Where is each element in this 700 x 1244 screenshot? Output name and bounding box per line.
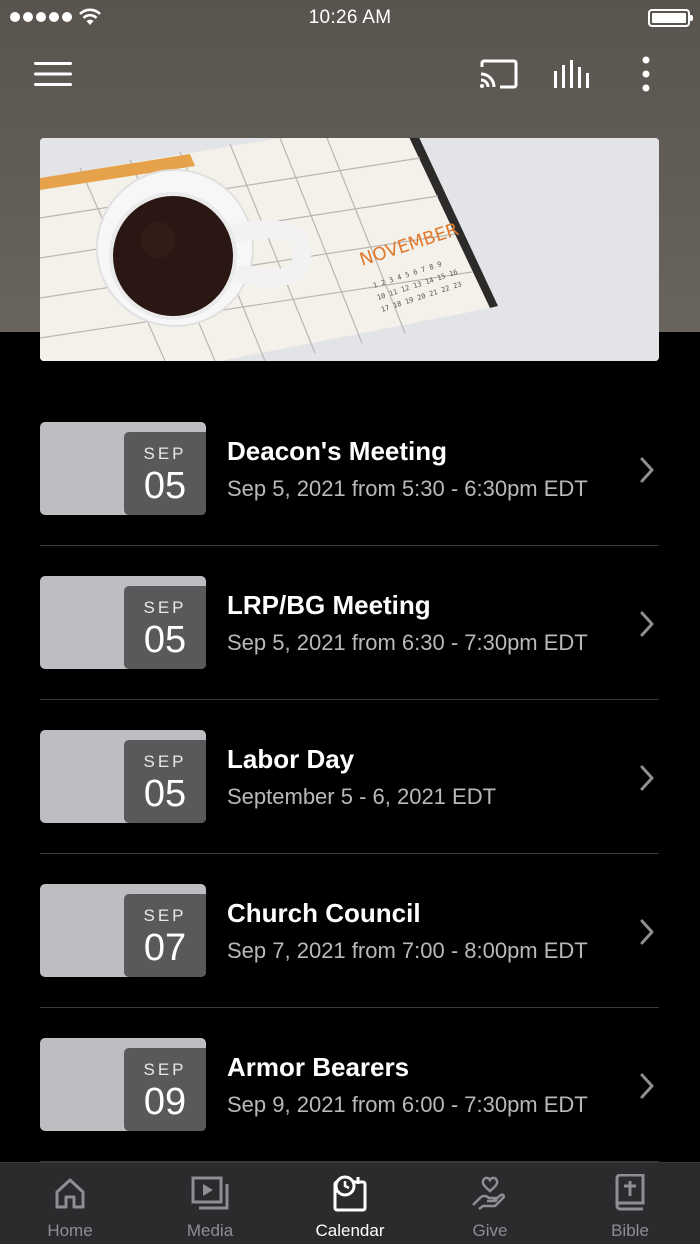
tab-give[interactable]: Give xyxy=(420,1163,560,1244)
event-month: SEP xyxy=(143,752,187,771)
event-title: Labor Day xyxy=(227,744,355,774)
event-month: SEP xyxy=(143,444,187,463)
event-subtitle: September 5 - 6, 2021 EDT xyxy=(227,784,497,809)
more-options-button[interactable] xyxy=(622,50,670,98)
event-title: LRP/BG Meeting xyxy=(227,590,431,620)
event-subtitle: Sep 5, 2021 from 6:30 - 7:30pm EDT xyxy=(227,630,588,655)
event-date-badge: SEP 05 xyxy=(124,432,206,515)
chevron-right-icon xyxy=(640,765,654,791)
event-day: 07 xyxy=(143,927,187,969)
top-nav-bar xyxy=(0,44,700,100)
home-icon xyxy=(55,1178,85,1209)
event-day: 05 xyxy=(143,619,187,661)
tab-media[interactable]: Media xyxy=(140,1163,280,1244)
events-list: SEP 05 Deacon's Meeting Sep 5, 2021 from 5:… xyxy=(40,392,659,1162)
hero-image: NOVEMBER 1 2 3 4 5 6 7 8 9 10 11 12 13 1… xyxy=(40,138,659,361)
tab-give-label: Give xyxy=(472,1221,508,1240)
bottom-tab-bar: Home Media Calendar Give Bible xyxy=(0,1162,700,1244)
give-heart-hand-icon xyxy=(472,1176,506,1210)
status-bar: 10:26 AM xyxy=(0,0,700,36)
event-month: SEP xyxy=(143,598,187,617)
event-row[interactable]: SEP 05 LRP/BG Meeting Sep 5, 2021 from 6:30… xyxy=(40,546,659,700)
event-thumbnail: SEP 09 xyxy=(40,1038,206,1131)
event-subtitle: Sep 7, 2021 from 7:00 - 8:00pm EDT xyxy=(227,938,588,963)
bible-cross-icon xyxy=(615,1174,645,1211)
event-day: 09 xyxy=(143,1081,187,1123)
event-title: Church Council xyxy=(227,898,421,928)
tab-calendar[interactable]: Calendar xyxy=(280,1163,420,1244)
event-title: Deacon's Meeting xyxy=(227,436,448,466)
cast-button[interactable] xyxy=(474,50,522,98)
event-row[interactable]: SEP 07 Church Council Sep 7, 2021 from 7:00… xyxy=(40,854,659,1008)
event-thumbnail: SEP 07 xyxy=(40,884,206,977)
event-thumbnail: SEP 05 xyxy=(40,422,206,515)
event-row[interactable]: SEP 05 Deacon's Meeting Sep 5, 2021 from 5:… xyxy=(40,392,659,546)
event-date-badge: SEP 09 xyxy=(124,1048,206,1131)
cast-icon xyxy=(480,59,518,89)
audio-bars-icon xyxy=(554,60,589,88)
event-subtitle: Sep 9, 2021 from 6:00 - 7:30pm EDT xyxy=(227,1092,588,1117)
event-month: SEP xyxy=(143,906,187,925)
chevron-right-icon xyxy=(640,611,654,637)
status-time: 10:26 AM xyxy=(308,7,392,28)
menu-button[interactable] xyxy=(29,50,77,98)
media-play-icon xyxy=(191,1176,229,1210)
chevron-right-icon xyxy=(640,1073,654,1099)
event-row[interactable]: SEP 09 Armor Bearers Sep 9, 2021 from 6:00 … xyxy=(40,1008,659,1162)
event-thumbnail: SEP 05 xyxy=(40,730,206,823)
tab-bible[interactable]: Bible xyxy=(560,1163,700,1244)
chevron-right-icon xyxy=(640,919,654,945)
tab-calendar-label: Calendar xyxy=(315,1221,385,1240)
tab-bible-label: Bible xyxy=(611,1221,649,1240)
event-title: Armor Bearers xyxy=(227,1052,410,1082)
tab-media-label: Media xyxy=(186,1221,234,1240)
event-day: 05 xyxy=(143,465,187,507)
battery-icon xyxy=(648,9,693,27)
event-thumbnail: SEP 05 xyxy=(40,576,206,669)
more-vertical-icon xyxy=(642,56,650,92)
calendar-coffee-photo: NOVEMBER 1 2 3 4 5 6 7 8 9 10 11 12 13 1… xyxy=(40,138,659,361)
hamburger-menu-icon xyxy=(34,62,72,86)
tab-home-label: Home xyxy=(47,1221,93,1240)
event-date-badge: SEP 05 xyxy=(124,586,206,669)
chevron-right-icon xyxy=(640,457,654,483)
calendar-clock-icon xyxy=(333,1175,367,1212)
event-row[interactable]: SEP 05 Labor Day September 5 - 6, 2021 EDT xyxy=(40,700,659,854)
event-date-badge: SEP 05 xyxy=(124,740,206,823)
event-date-badge: SEP 07 xyxy=(124,894,206,977)
audio-button[interactable] xyxy=(548,50,596,98)
event-day: 05 xyxy=(143,773,187,815)
event-month: SEP xyxy=(143,1060,187,1079)
event-subtitle: Sep 5, 2021 from 5:30 - 6:30pm EDT xyxy=(227,476,588,501)
tab-home[interactable]: Home xyxy=(0,1163,140,1244)
